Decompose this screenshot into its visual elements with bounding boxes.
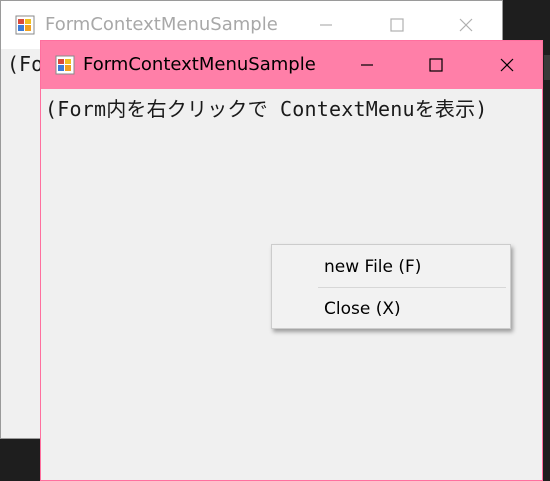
background-editor-line	[544, 55, 550, 80]
instruction-label: (Form内を右クリックで ContextMenuを表示)	[45, 97, 488, 121]
menu-item-label: Close (X)	[324, 299, 401, 319]
back-window-title: FormContextMenuSample	[45, 14, 278, 35]
app-icon	[55, 55, 75, 79]
menu-item-close[interactable]: Close (X)	[273, 290, 509, 328]
maximize-icon[interactable]	[382, 11, 412, 39]
maximize-icon[interactable]	[421, 51, 451, 79]
minimize-icon[interactable]	[311, 11, 341, 39]
close-icon[interactable]	[451, 11, 481, 39]
back-window-body-text: (Fo	[7, 52, 44, 76]
app-icon	[15, 15, 35, 39]
front-window-title: FormContextMenuSample	[83, 54, 316, 75]
close-icon[interactable]	[492, 51, 522, 79]
menu-item-new-file[interactable]: new File (F)	[273, 248, 509, 286]
front-window-titlebar[interactable]: FormContextMenuSample	[41, 41, 542, 89]
menu-item-label: new File (F)	[324, 257, 422, 277]
menu-separator	[318, 287, 506, 288]
minimize-icon[interactable]	[352, 51, 382, 79]
context-menu: new File (F) Close (X)	[271, 244, 511, 329]
